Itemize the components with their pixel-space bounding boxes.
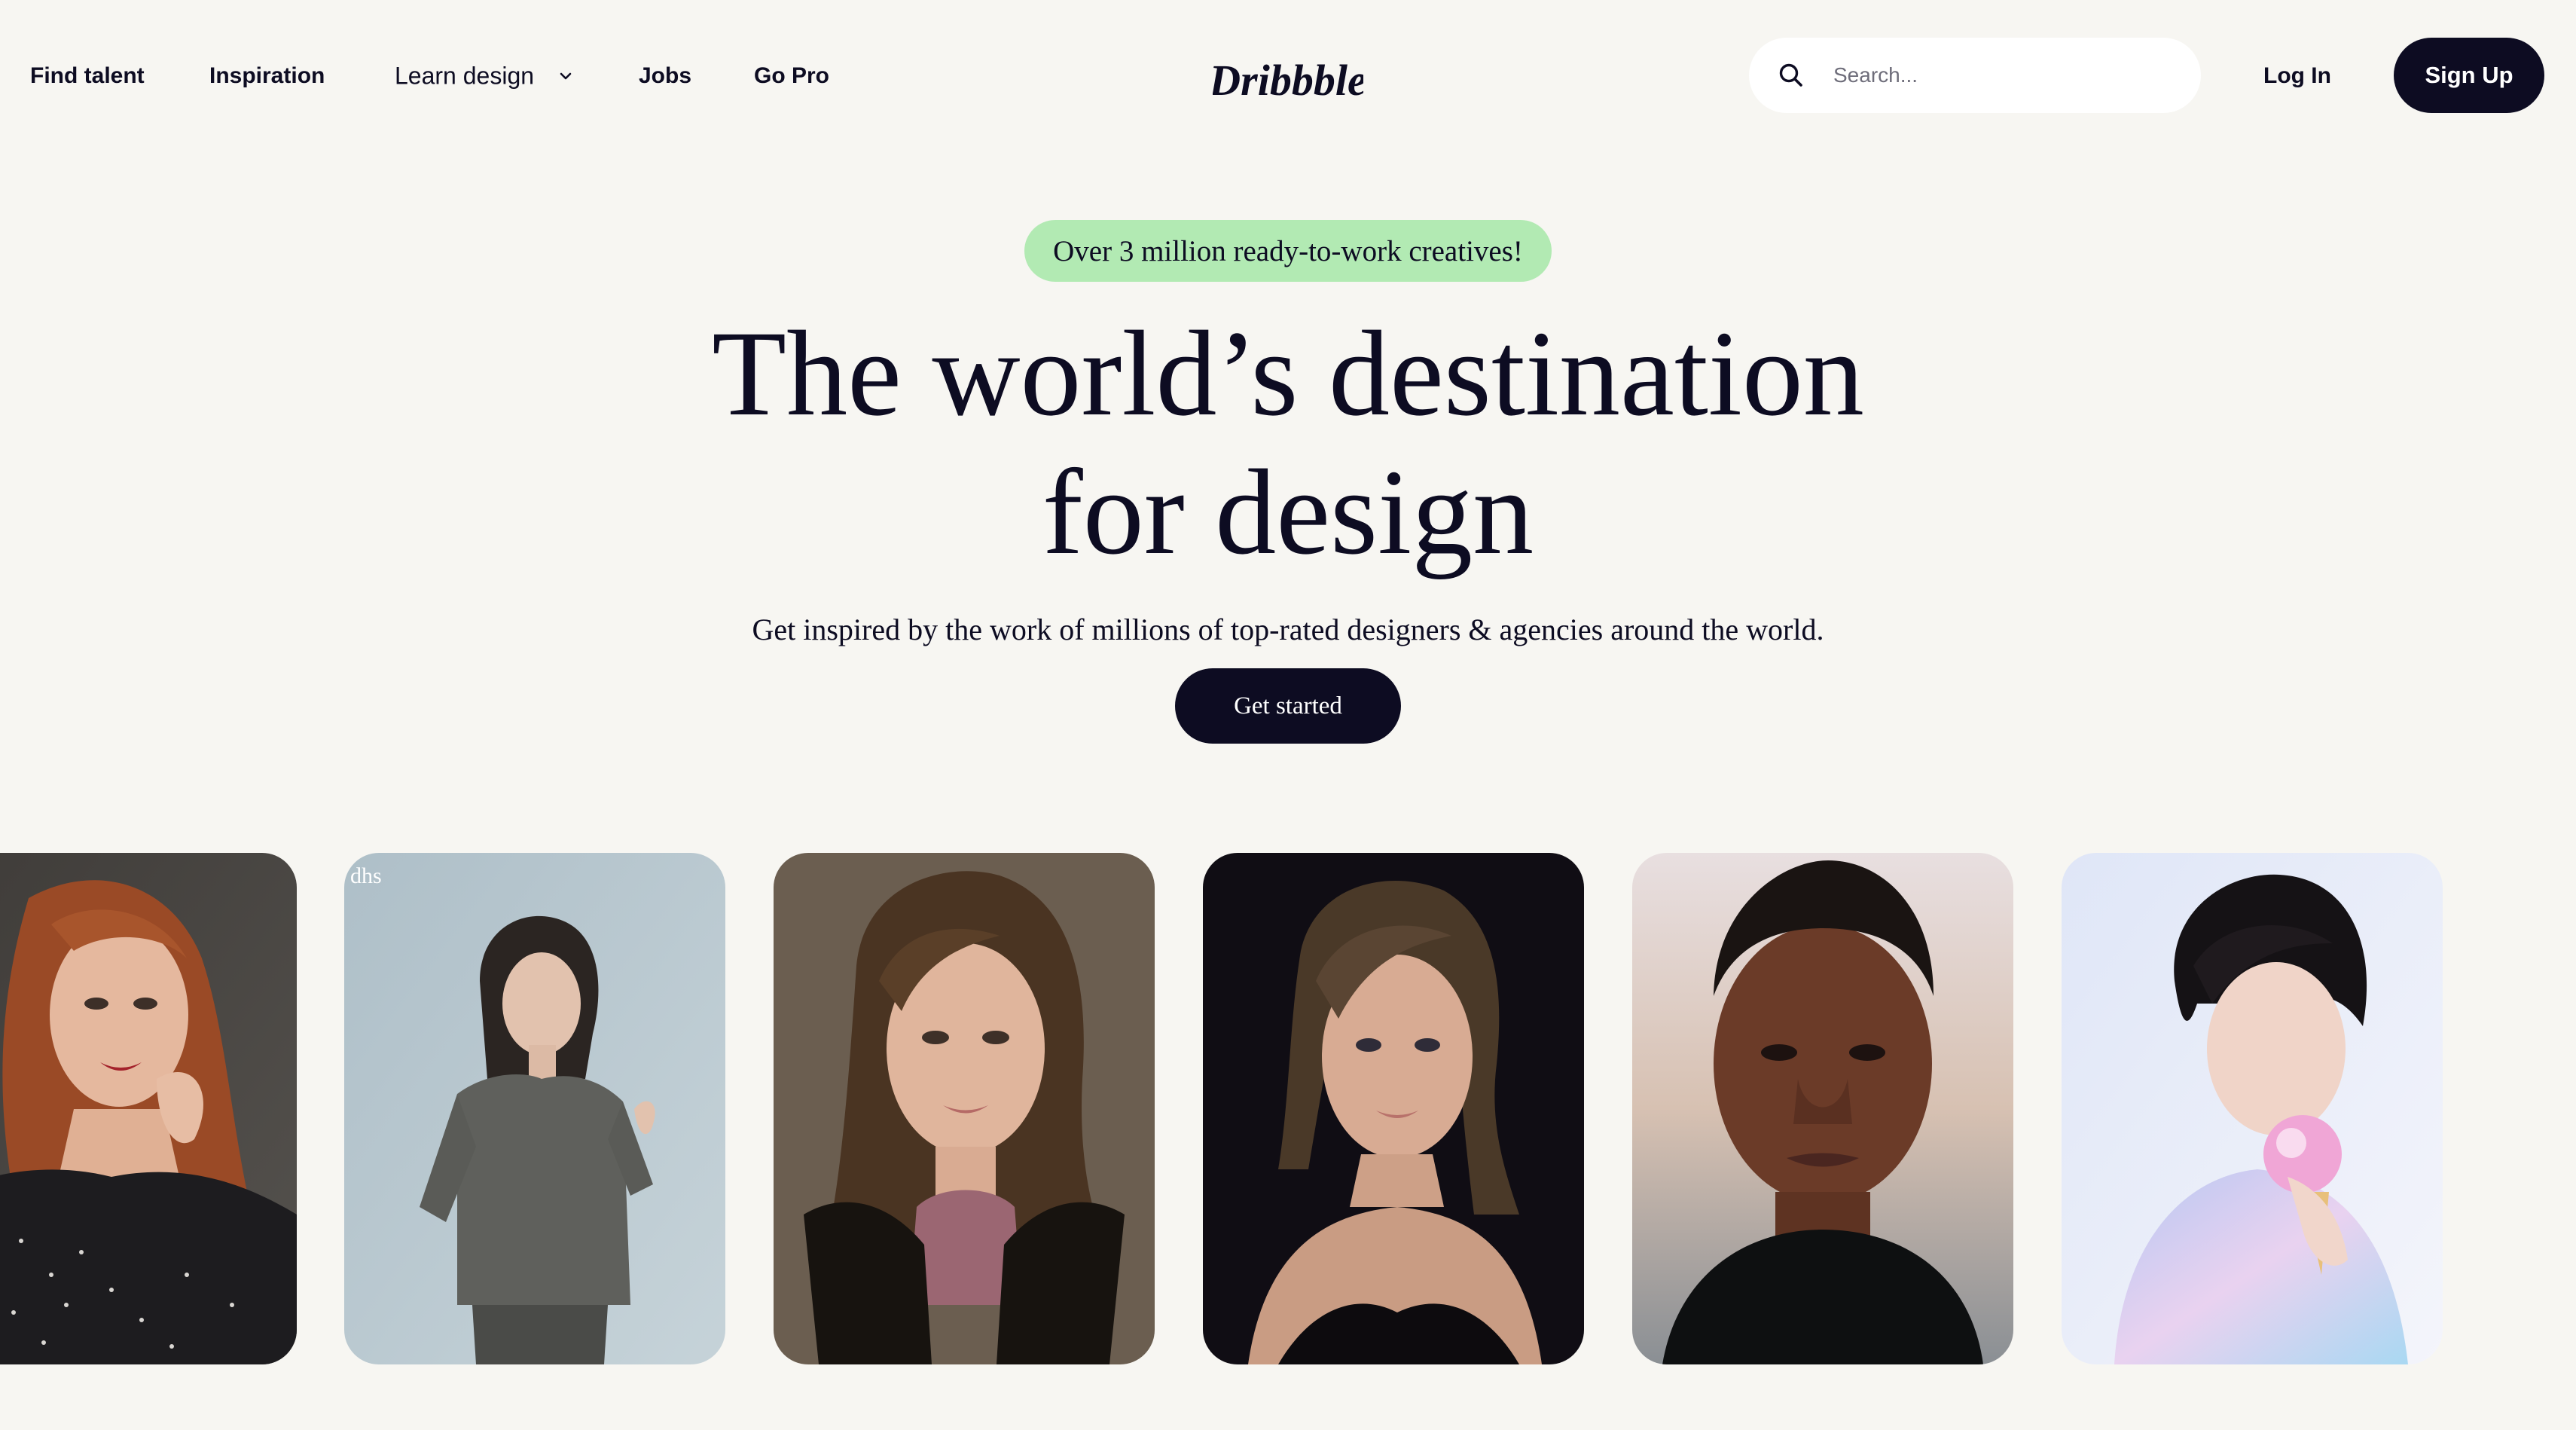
portrait-image xyxy=(0,853,297,1364)
dribbble-logo[interactable]: Dribbble xyxy=(1213,53,1363,112)
portrait-image xyxy=(1203,853,1584,1364)
nav-inspiration[interactable]: Inspiration xyxy=(209,63,325,89)
nav-find-talent[interactable]: Find talent xyxy=(30,63,145,89)
portrait-card-6[interactable] xyxy=(2062,853,2443,1364)
portrait-card-5[interactable] xyxy=(1632,853,2013,1364)
search-input[interactable] xyxy=(1832,38,2178,113)
logo-wordmark: Dribbble xyxy=(1213,56,1363,105)
nav-jobs[interactable]: Jobs xyxy=(639,63,691,89)
site-header: Find talent Inspiration Learn design Job… xyxy=(0,0,2576,151)
nav-go-pro[interactable]: Go Pro xyxy=(754,63,829,89)
nav-learn-design[interactable]: Learn design xyxy=(395,63,534,90)
portrait-image xyxy=(344,853,725,1364)
portrait-image xyxy=(774,853,1155,1364)
creatives-badge: Over 3 million ready-to-work creatives! xyxy=(1024,220,1552,282)
portrait-image xyxy=(2062,853,2443,1364)
portrait-image xyxy=(1632,853,2013,1364)
hero-title: The world’s destination for design xyxy=(535,305,2041,582)
hero-title-line-1: The world’s destination xyxy=(712,307,1864,442)
login-link[interactable]: Log In xyxy=(2263,63,2331,89)
card-caption: dhs xyxy=(350,863,382,888)
portrait-card-4[interactable] xyxy=(1203,853,1584,1364)
chevron-down-icon[interactable] xyxy=(557,68,574,84)
hero-subtitle: Get inspired by the work of millions of … xyxy=(752,613,1824,646)
hero-title-line-2: for design xyxy=(1042,445,1534,580)
portrait-card-2[interactable]: dhs xyxy=(344,853,725,1364)
get-started-button[interactable]: Get started xyxy=(1175,668,1401,744)
signup-button[interactable]: Sign Up xyxy=(2394,38,2544,113)
search-bar[interactable] xyxy=(1749,38,2201,113)
portrait-card-3[interactable] xyxy=(774,853,1155,1364)
search-icon xyxy=(1779,63,1802,87)
portrait-card-1[interactable] xyxy=(0,853,297,1364)
